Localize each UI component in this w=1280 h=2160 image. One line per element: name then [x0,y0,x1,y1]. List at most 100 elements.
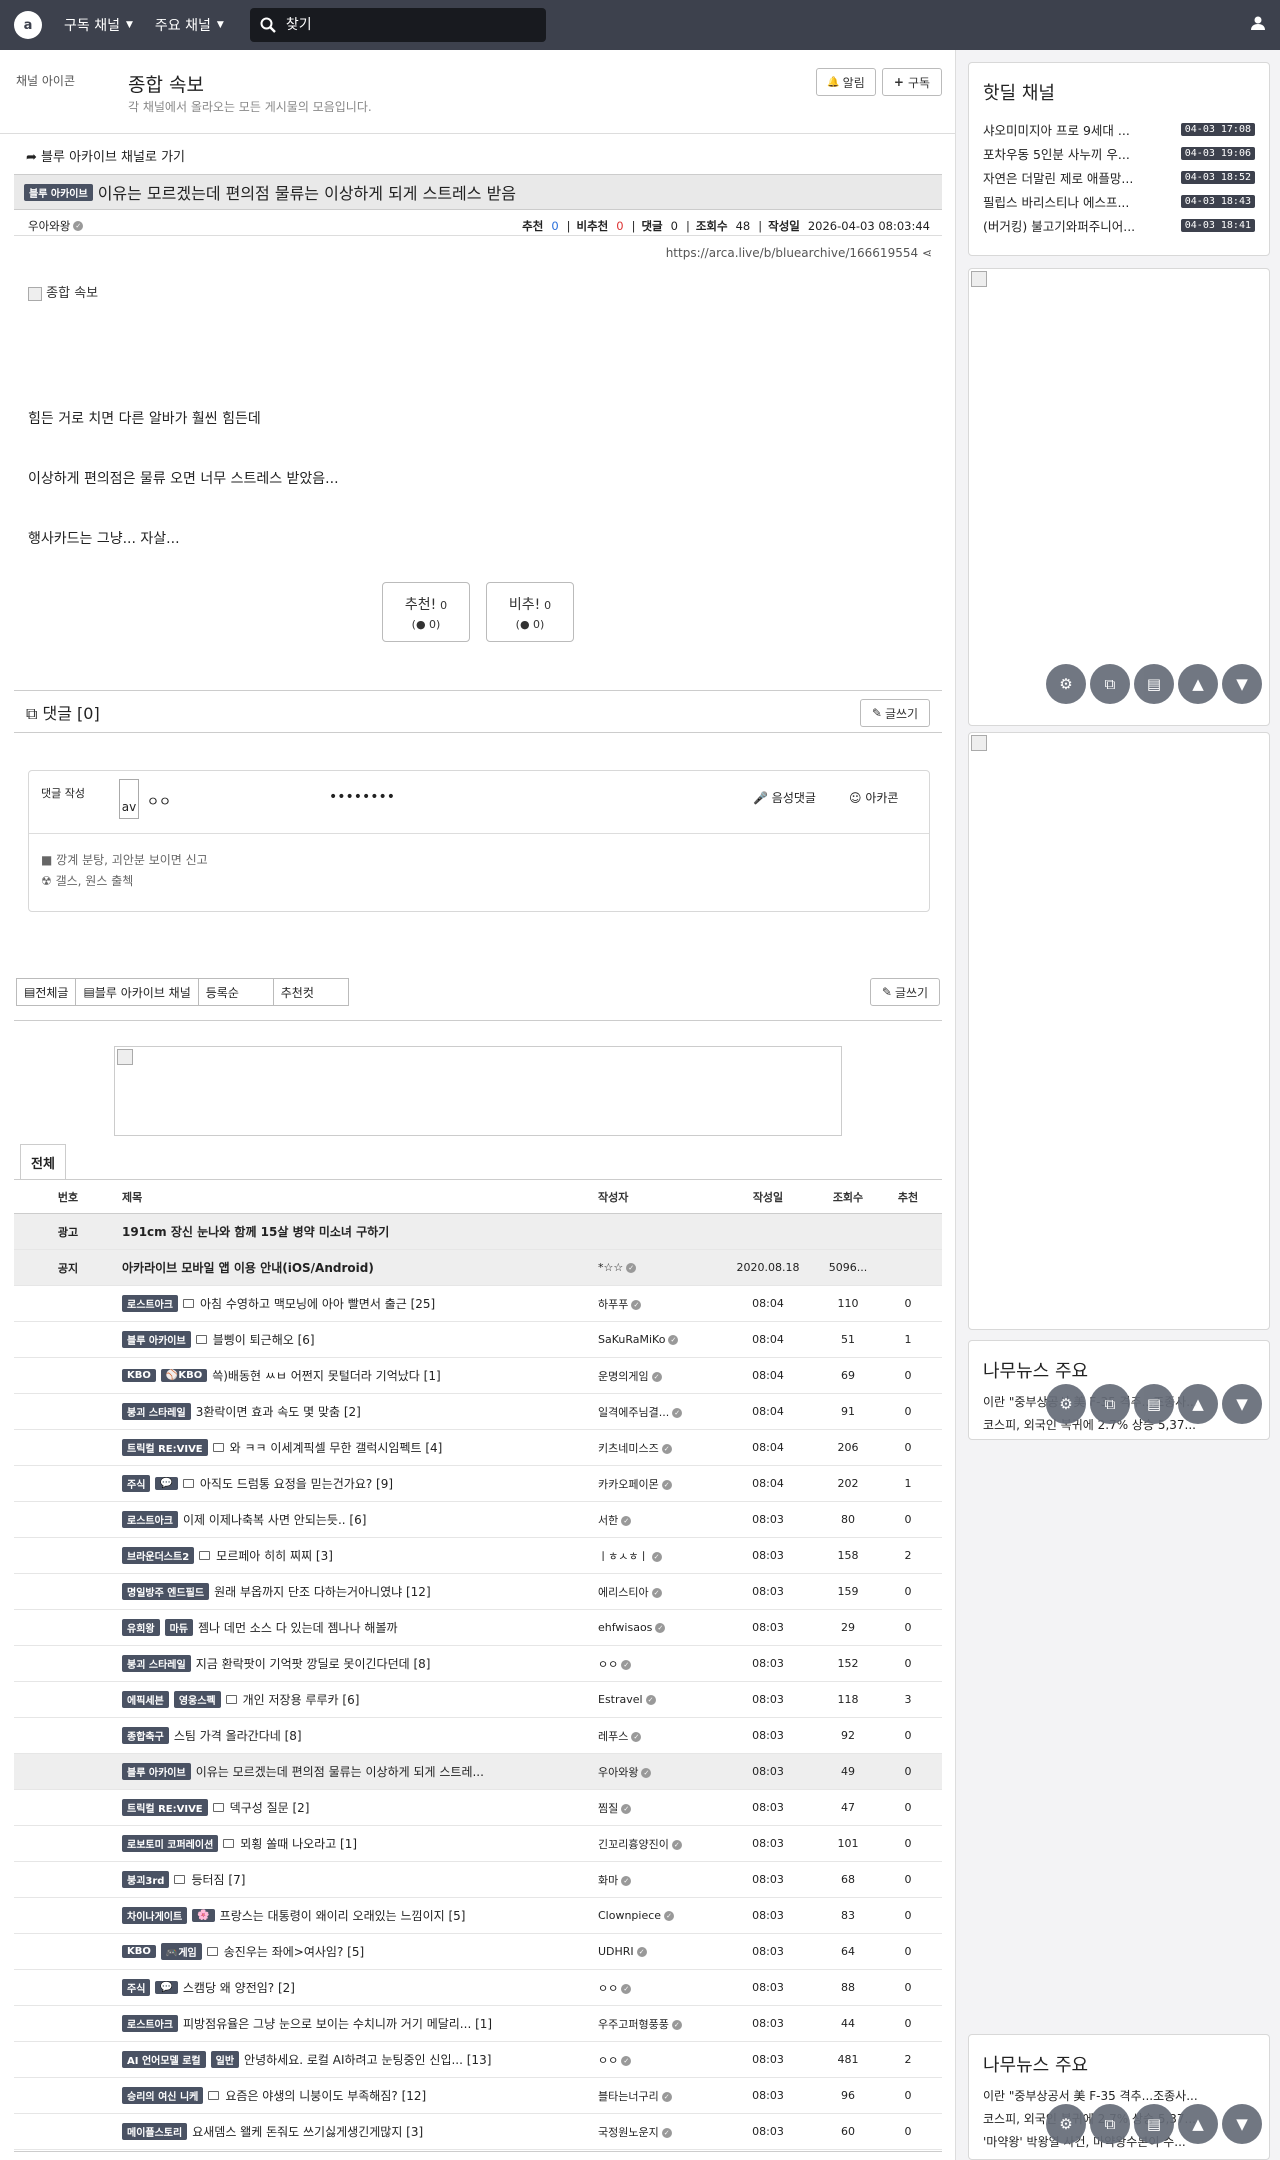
list-fab[interactable]: ▤ [1134,664,1174,704]
category-badge[interactable]: 붕괴3rd [122,1871,170,1888]
table-row[interactable]: 붕괴3rd 등터짐 [7] 화마 ✓ 08:03 68 0 [14,1862,942,1898]
upvote-button[interactable]: 추천! 0 (● 0) [382,582,470,642]
post-title-link[interactable]: 이제 이제나축복 사면 안되는듯.. [6] [183,1511,366,1528]
author-name[interactable]: 찜질 [598,1802,618,1815]
post-title-link[interactable]: 지금 환락팟이 기억팟 깡딜로 못이긴다던데 [8] [196,1655,431,1672]
user-icon[interactable] [1250,15,1266,31]
all-posts-tab[interactable]: ▤ 전체글 [16,978,77,1006]
author-name[interactable]: 일격에주님결... [598,1406,669,1419]
post-title-link[interactable]: 요즘은 야생의 니붕이도 부족해짐? [12] [225,2087,426,2104]
author-name[interactable]: ehfwisaos [598,1621,652,1634]
table-row[interactable]: 로보토미 코퍼레이션 뫼횡 쏠때 나오라고 [1] 긴꼬리흉양진이 ✓ 08:03 101… [14,1826,942,1862]
table-row[interactable]: 승리의 여신 니케 요즘은 야생의 니붕이도 부족해짐? [12] 블타는너구리 ✓ 0… [14,2078,942,2114]
category-badge[interactable]: 에픽세븐 [122,1691,169,1708]
table-row[interactable]: 붕괴 스타레일 3환락이면 효과 속도 몇 맞춤 [2] 일격에주님결... ✓ 08:… [14,1394,942,1430]
post-title-link[interactable]: 송진우는 좌에>여사임? [5] [224,1943,364,1960]
hotdeal-item[interactable]: 포차우동 5인분 사누끼 우... 04-03 19:06 [983,141,1255,165]
category-badge[interactable]: 트릭컬 RE:VIVE [122,1799,208,1816]
table-row[interactable]: 유희왕 마듀 젬나 데먼 소스 다 있는데 젬나나 해볼까 ehfwisaos ✓ 08:… [14,1610,942,1646]
arca-logo-icon[interactable]: a [14,11,42,39]
channel-title[interactable]: 종합 속보 [128,70,204,97]
category-badge[interactable]: KBO [122,1945,156,1958]
author-name[interactable]: 키츠네미스즈 [598,1442,659,1455]
post-title-link[interactable]: 개인 저장용 루루카 [6] [243,1691,360,1708]
author-name[interactable]: ㅇㅇ [598,2054,618,2067]
notify-button[interactable]: 🔔 알림 [816,68,876,96]
table-row[interactable]: 차이나게이트 🌸 프랑스는 대통령이 왜이리 오래있는 느낌이지 [5] Clownp… [14,1898,942,1934]
category-badge[interactable]: 로스트아크 [122,1295,178,1312]
sub-category-badge[interactable]: 🌸 [192,1909,215,1922]
author-name[interactable]: Clownpiece [598,1909,661,1922]
category-badge[interactable]: 블루 아카이브 [122,1763,191,1780]
category-badge[interactable]: 붕괴 스타레일 [122,1655,191,1672]
list-fab[interactable]: ▤ [1134,2104,1174,2144]
table-row[interactable]: 주식 💬 스캠당 왜 양전임? [2] ㅇㅇ ✓ 08:03 88 0 [14,1970,942,2006]
hotdeal-item[interactable]: 샤오미미지아 프로 9세대 ... 04-03 17:08 [983,117,1255,141]
comment-textarea[interactable]: ■ 깡계 분탕, 괴안분 보이면 신고 ☢ 갤스, 원스 출첵 [41,851,208,889]
ad-banner[interactable] [114,1046,842,1136]
subscribe-button[interactable]: + 구독 [882,68,942,96]
author-name[interactable]: 하푸푸 [598,1298,628,1311]
sort-tab[interactable]: 등록순 [197,978,274,1006]
settings-fab[interactable]: ⚙ [1046,1384,1086,1424]
scroll-up-fab[interactable]: ▲ [1178,1384,1218,1424]
table-row[interactable]: 블루 아카이브 이유는 모르겠는데 편의점 물류는 이상하게 되게 스트레... 우… [14,1754,942,1790]
category-badge[interactable]: 블루 아카이브 [122,1331,191,1348]
ad-row[interactable]: 광고 191cm 장신 눈나와 함께 15살 병약 미소녀 구하기 [14,1214,942,1250]
table-row[interactable]: 브라운더스트2 모르페아 히히 찌찌 [3] ㅣㅎㅅㅎㅣ ✓ 08:03 158 2 [14,1538,942,1574]
author-name[interactable]: UDHRI [598,1945,634,1958]
copy-fab[interactable]: ⧉ [1090,2104,1130,2144]
author-name[interactable]: 에리스티아 [598,1586,649,1599]
post-author[interactable]: 우아와왕 [28,218,70,234]
post-title-link[interactable]: 아침 수영하고 맥모닝에 아아 빨면서 출근 [25] [200,1295,435,1312]
table-row[interactable]: 메이플스토리 요새뎀스 왤케 돈줘도 쓰기싫게생긴게많지 [3] 국정원노운지 ✓ 08… [14,2114,942,2150]
news-item[interactable]: 이란 "중부상공서 美 F-35 격추...조종사... [983,2087,1255,2104]
author-name[interactable]: ㅣㅎㅅㅎㅣ [598,1550,649,1563]
table-row[interactable]: AI 언어모델 로컬 일반 안녕하세요. 로컬 AI하려고 눈팅중인 신입... [… [14,2042,942,2078]
category-badge[interactable]: 승리의 여신 니케 [122,2087,204,2104]
table-row[interactable]: 블루 아카이브 블삥이 퇴근해오 [6] SaKuRaMiKo ✓ 08:04 51 1 [14,1322,942,1358]
sub-category-badge[interactable]: 마듀 [164,1619,194,1636]
post-title-link[interactable]: 블삥이 퇴근해오 [6] [213,1331,315,1348]
post-title-link[interactable]: 스캠당 왜 양전임? [2] [183,1979,295,1996]
table-row[interactable]: 트릭컬 RE:VIVE 와 ㅋㅋ 이세계픽셀 무한 갤럭시임펙트 [4] 키츠네미스… [14,1430,942,1466]
post-title-link[interactable]: 191cm 장신 눈나와 함께 15살 병약 미소녀 구하기 [122,1223,389,1240]
news-title[interactable]: 나무뉴스 주요 [983,1357,1255,1383]
author-name[interactable]: 레푸스 [598,1730,628,1743]
post-title-link[interactable]: 덱구성 질문 [2] [230,1799,310,1816]
voice-comment-button[interactable]: 🎤 음성댓글 [753,789,816,806]
author-name[interactable]: 카카오페이몬 [598,1478,659,1491]
table-row[interactable]: 로스트아크 이제 이제나축복 사면 안되는듯.. [6] 서한 ✓ 08:03 80 0 [14,1502,942,1538]
category-badge[interactable]: 유희왕 [122,1619,160,1636]
list-fab[interactable]: ▤ [1134,1384,1174,1424]
password-field[interactable]: •••••••• [329,789,395,805]
table-row[interactable]: 붕괴 스타레일 지금 환락팟이 기억팟 깡딜로 못이긴다던데 [8] ㅇㅇ ✓ 08:0… [14,1646,942,1682]
author-name[interactable]: *☆☆ [598,1261,623,1274]
author-name[interactable]: 긴꼬리흉양진이 [598,1838,669,1851]
post-title-link[interactable]: 요새뎀스 왤케 돈줘도 쓰기싫게생긴게많지 [3] [192,2123,423,2140]
post-title-link[interactable]: 뫼횡 쏠때 나오라고 [1] [240,1835,357,1852]
search-input[interactable] [285,17,526,33]
category-badge[interactable]: 로보토미 코퍼레이션 [122,1835,219,1852]
settings-fab[interactable]: ⚙ [1046,2104,1086,2144]
category-badge[interactable]: 주식 [122,1475,151,1492]
table-row[interactable]: KBO ⚾KBO 쓱)배동현 ㅆㅂ 어쩐지 못털더라 기억났다 [1] 운명의게임 ✓ 0… [14,1358,942,1394]
main-channels-menu[interactable]: 주요 채널 ▼ [155,15,224,35]
table-row[interactable]: 로스트아크 피방점유율은 그냥 눈으로 보이는 수치니까 거기 메달리... [1… [14,2006,942,2042]
post-title-link[interactable]: 이유는 모르겠는데 편의점 물류는 이상하게 되게 스트레... [196,1763,484,1780]
author-name[interactable]: 우주고퍼형풍풍 [598,2018,669,2031]
sub-category-badge[interactable]: 일반 [210,2051,240,2068]
category-badge[interactable]: 차이나게이트 [122,1907,188,1924]
hotdeal-item[interactable]: (버거킹) 불고기와퍼주니어... 04-03 18:41 [983,213,1255,237]
category-badge[interactable]: 종합축구 [122,1727,169,1744]
scroll-down-fab[interactable]: ▼ [1222,1384,1262,1424]
table-row[interactable]: 트릭컬 RE:VIVE 덱구성 질문 [2] 찜질 ✓ 08:03 47 0 [14,1790,942,1826]
subscribed-channels-menu[interactable]: 구독 채널 ▼ [64,15,133,35]
table-row[interactable]: 로스트아크 아침 수영하고 맥모닝에 아아 빨면서 출근 [25] 하푸푸 ✓ 08:0… [14,1286,942,1322]
tab-all[interactable]: 전체 [20,1144,66,1180]
category-badge[interactable]: 로스트아크 [122,2015,178,2032]
category-badge[interactable]: 붕괴 스타레일 [122,1403,191,1420]
sub-category-badge[interactable]: ⚾KBO [160,1369,208,1382]
author-name[interactable]: 서한 [598,1514,618,1527]
sub-category-badge[interactable]: 영웅스펙 [173,1691,221,1708]
